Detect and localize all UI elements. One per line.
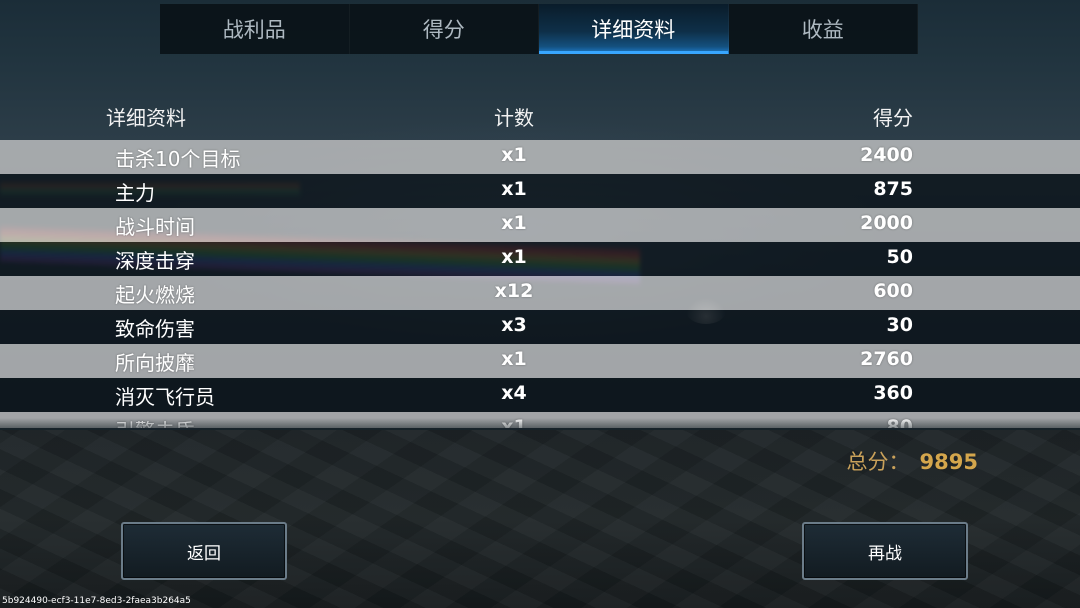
row-score: 600 xyxy=(873,280,913,302)
row-score: 2400 xyxy=(860,144,913,166)
table-scroll-fade xyxy=(0,418,1080,430)
row-count: x1 xyxy=(501,348,527,370)
row-name: 击杀10个目标 xyxy=(115,147,241,171)
row-score: 2000 xyxy=(860,212,913,234)
row-name: 深度击穿 xyxy=(115,249,195,273)
tab-loot[interactable]: 战利品 xyxy=(160,4,350,54)
total-value: 9895 xyxy=(919,450,978,474)
row-name: 主力 xyxy=(115,181,155,205)
row-score: 2760 xyxy=(860,348,913,370)
row-count: x3 xyxy=(501,314,527,336)
row-score: 50 xyxy=(886,246,913,268)
row-count: x1 xyxy=(501,144,527,166)
header-count: 计数 xyxy=(494,106,534,130)
tab-bar: 战利品 得分 详细资料 收益 xyxy=(160,4,918,54)
table-row: 深度击穿 x1 50 xyxy=(0,242,1080,276)
row-name: 起火燃烧 xyxy=(115,283,195,307)
table-row: 消灭飞行员 x4 360 xyxy=(0,378,1080,412)
header-score: 得分 xyxy=(873,106,913,130)
details-table-scroll[interactable]: 击杀10个目标 x1 2400 主力 x1 875 战斗时间 x1 2000 深… xyxy=(0,140,1080,428)
row-count: x1 xyxy=(501,246,527,268)
row-count: x1 xyxy=(501,212,527,234)
row-count: x12 xyxy=(494,280,534,302)
back-button[interactable]: 返回 xyxy=(121,522,287,580)
header-detail: 详细资料 xyxy=(106,106,186,130)
table-header: 详细资料 计数 得分 xyxy=(0,94,1080,136)
row-name: 致命伤害 xyxy=(115,317,195,341)
row-count: x1 xyxy=(501,178,527,200)
total-score: 总分： 9895 xyxy=(847,446,978,476)
table-row: 战斗时间 x1 2000 xyxy=(0,208,1080,242)
tab-earnings[interactable]: 收益 xyxy=(729,4,918,54)
tab-details[interactable]: 详细资料 xyxy=(539,4,729,54)
table-row: 所向披靡 x1 2760 xyxy=(0,344,1080,378)
table-row: 致命伤害 x3 30 xyxy=(0,310,1080,344)
session-id: 5b924490-ecf3-11e7-8ed3-2faea3b264a5 xyxy=(2,596,191,606)
row-score: 360 xyxy=(873,382,913,404)
row-name: 消灭飞行员 xyxy=(115,385,215,409)
total-label: 总分： xyxy=(846,450,910,474)
row-score: 875 xyxy=(873,178,913,200)
row-name: 战斗时间 xyxy=(115,215,195,239)
tab-score[interactable]: 得分 xyxy=(350,4,539,54)
row-count: x4 xyxy=(501,382,527,404)
table-row: 起火燃烧 x12 600 xyxy=(0,276,1080,310)
play-again-button[interactable]: 再战 xyxy=(802,522,968,580)
row-score: 30 xyxy=(886,314,913,336)
table-row: 主力 x1 875 xyxy=(0,174,1080,208)
table-row: 击杀10个目标 x1 2400 xyxy=(0,140,1080,174)
row-name: 所向披靡 xyxy=(115,351,195,375)
